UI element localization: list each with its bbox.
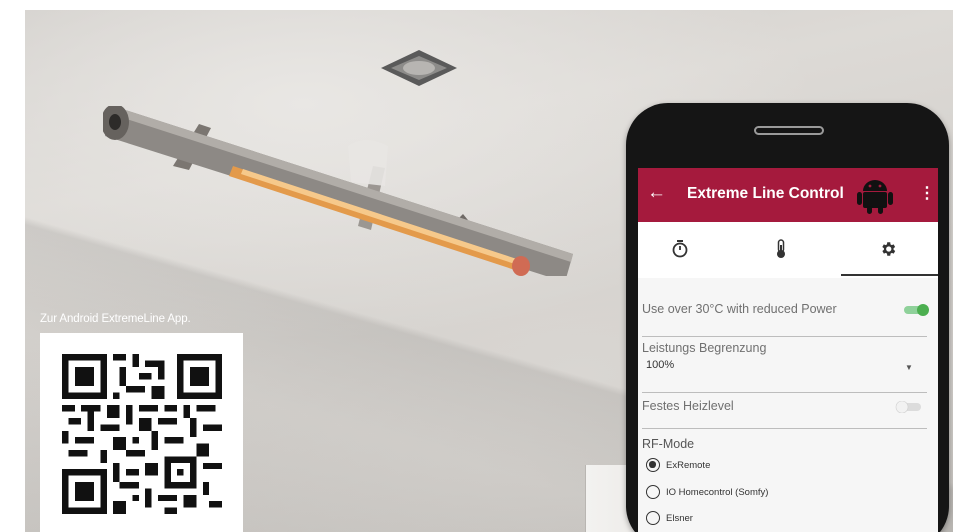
rf-option-label: IO Homecontrol (Somfy)	[666, 486, 769, 498]
qr-code-card[interactable]	[40, 333, 243, 532]
fixed-level-setting[interactable]: Festes Heizlevel	[642, 397, 928, 421]
power-limit-value: 100%	[646, 359, 675, 371]
chevron-down-icon[interactable]: ▼	[905, 363, 913, 372]
radio-button-checked[interactable]	[646, 458, 660, 472]
qr-code[interactable]	[62, 354, 222, 514]
rf-mode-label: RF-Mode	[642, 437, 695, 451]
reduced-power-label: Use over 30°C with reduced Power	[642, 302, 837, 316]
gear-icon	[882, 242, 896, 256]
thermometer-icon	[777, 239, 785, 258]
arrow-back-icon[interactable]: ←	[647, 183, 666, 203]
tab-indicator	[841, 274, 938, 276]
rf-option-exremote[interactable]: ExRemote	[646, 458, 710, 472]
ceiling-spotlight	[381, 50, 457, 86]
tab-temperature[interactable]	[761, 234, 801, 264]
tab-bar	[638, 222, 938, 278]
fixed-level-label: Festes Heizlevel	[642, 399, 734, 413]
power-limit-setting[interactable]: Leistungs Begrenzung 100% ▼	[642, 341, 928, 379]
rf-option-io-homecontrol[interactable]: IO Homecontrol (Somfy)	[646, 485, 768, 499]
divider	[642, 336, 927, 337]
infrared-heater	[103, 106, 573, 276]
app-bar: ← Extreme Line Control ⋮	[638, 168, 938, 222]
power-limit-label: Leistungs Begrenzung	[642, 341, 767, 355]
rf-mode-section: RF-Mode	[642, 435, 928, 453]
radio-button[interactable]	[646, 485, 660, 499]
rf-option-label: ExRemote	[666, 459, 711, 471]
tab-settings[interactable]	[868, 234, 908, 264]
radio-button[interactable]	[646, 511, 660, 525]
timer-icon	[672, 240, 688, 258]
phone-speaker	[754, 126, 824, 135]
reduced-power-setting[interactable]: Use over 30°C with reduced Power	[642, 300, 930, 324]
android-icon	[857, 180, 893, 214]
qr-caption: Zur Android ExtremeLine App.	[40, 313, 191, 325]
rf-option-label: Elsner	[666, 512, 693, 524]
app-title: Extreme Line Control	[687, 185, 844, 202]
fixed-level-toggle[interactable]	[895, 401, 921, 413]
smartphone: ← Extreme Line Control ⋮ Use over 30°C w…	[626, 103, 949, 532]
reduced-power-toggle[interactable]	[904, 304, 930, 316]
tab-timer[interactable]	[660, 234, 700, 264]
divider	[642, 392, 927, 393]
more-vert-icon[interactable]: ⋮	[919, 184, 935, 204]
rf-option-elsner[interactable]: Elsner	[646, 511, 693, 525]
divider	[642, 428, 927, 429]
app-screen: ← Extreme Line Control ⋮ Use over 30°C w…	[638, 168, 938, 532]
